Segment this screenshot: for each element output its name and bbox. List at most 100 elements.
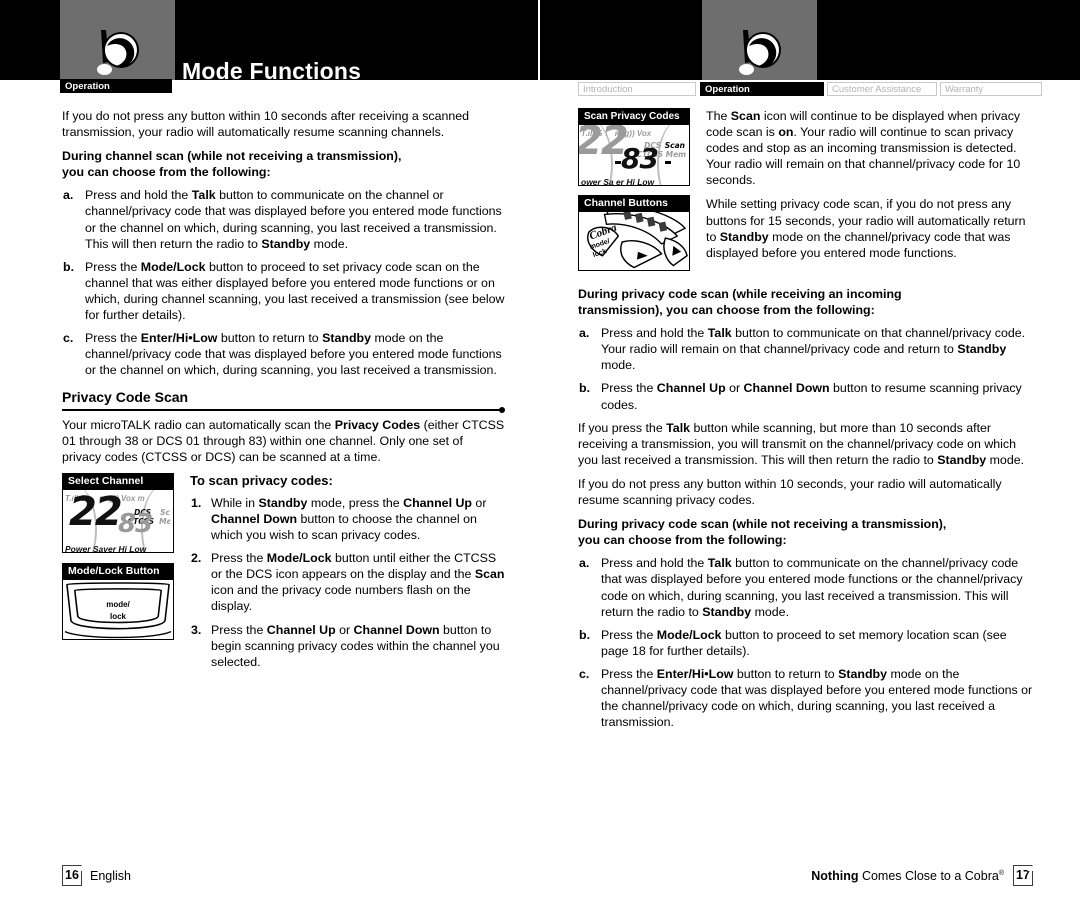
footer-tagline-bold: Nothing (811, 868, 859, 883)
list-item: a. Press and hold the Talk button to com… (578, 325, 1033, 373)
figure-select-channel: Select Channel T.ıll Б·♩ ʀоg)) Vox т DCS… (62, 472, 174, 553)
list-text: While in Standby mode, press the Channel… (211, 495, 487, 543)
tab-operation[interactable]: Operation (700, 82, 824, 96)
lcd-bottom-indicators: ower Sa er Hi Low (581, 177, 655, 185)
tab-customer-assistance[interactable]: Customer Assistance (827, 82, 937, 96)
figure-caption: Select Channel (63, 473, 173, 490)
list-item: a. Press and hold the Talk button to com… (578, 555, 1033, 619)
figure-image-keypad: mode/ lock (63, 579, 173, 639)
right-page-footer: Nothing Comes Close to a Cobra® 17 (811, 864, 1034, 886)
figure-image-channel-keys: Cobra mode/ lock (579, 212, 689, 270)
lcd-bottom-indicators: Power Saver Hi Low (65, 543, 147, 552)
section-body-paragraph: Your microTALK radio can automatically s… (62, 417, 505, 464)
tab-introduction[interactable]: Introduction (578, 82, 696, 96)
lcd-channel-digits: 22 (69, 489, 123, 535)
list-marker: 2. (191, 551, 202, 566)
page-spine-gap (538, 0, 540, 80)
list-marker: a. (63, 188, 74, 203)
list-item: a. Press and hold the Talk button to com… (62, 187, 505, 251)
list-marker: a. (579, 556, 590, 571)
list-text: Press the Mode/Lock button until either … (211, 551, 505, 614)
list-text: Press the Channel Up or Channel Down but… (211, 622, 500, 669)
keypad-art: Cobra mode/ lock (579, 212, 689, 270)
section-rule (62, 408, 501, 411)
tab-operation-left[interactable]: Operation (60, 79, 172, 93)
figure-caption: Channel Buttons (579, 196, 689, 212)
list-marker: c. (579, 666, 590, 681)
registered-mark-icon: ® (998, 869, 1004, 877)
list-marker: b. (579, 627, 591, 642)
list-marker: a. (579, 326, 590, 341)
right-paragraph: If you do not press any button within 10… (578, 476, 1002, 508)
right-page-column: Scan Privacy Codes Т.ıll Б ♩ ʀоg)) Vox D… (578, 108, 1033, 737)
right-top-text-column: The Scan icon will continue to be displa… (706, 108, 1033, 261)
figure-caption: Scan Privacy Codes (579, 109, 689, 125)
section-rule-dot (499, 406, 505, 413)
figure-scan-privacy-codes: Scan Privacy Codes Т.ıll Б ♩ ʀоg)) Vox D… (578, 108, 690, 186)
list-text: Press the Enter/Hi•Low button to return … (85, 331, 502, 378)
lcd-code-digits: 83 (621, 142, 659, 175)
list-item: 2. Press the Mode/Lock button until eith… (190, 550, 505, 614)
section-heading-text: Privacy Code Scan (62, 389, 189, 406)
right-heading-line1: During privacy code scan (while not rece… (578, 517, 947, 532)
list-marker: b. (63, 259, 75, 274)
list-text: Press the Mode/Lock button to proceed to… (601, 627, 1007, 658)
keypad-art: mode/ lock (63, 579, 173, 639)
section-tabs: Introduction Operation Customer Assistance… (578, 79, 1042, 97)
lcd-code-digits: 83 (118, 508, 153, 539)
right-heading-line1: During privacy code scan (while receivin… (578, 287, 902, 301)
right-paragraph: If you press the Talk button while scann… (578, 420, 1025, 467)
left-steps-column: To scan privacy codes: 1. While in Stand… (190, 473, 505, 670)
right-paragraph: The Scan icon will continue to be displa… (706, 109, 1021, 188)
page-number: 17 (1013, 864, 1034, 886)
list-text: Press and hold the Talk button to commun… (601, 326, 1026, 373)
footer-language-label: English (90, 868, 131, 883)
page-number: 16 (62, 864, 83, 886)
lcd-display-art: Т.ıll Б ♩ ʀоg)) Vox DCS Scan CTCSS Mem 2… (579, 125, 689, 185)
key-label-line2: lock (109, 611, 126, 621)
lcd-mem-label: Mє (159, 516, 171, 526)
list-marker: 1. (191, 495, 202, 510)
lcd-channel-digits: 22 (579, 125, 629, 164)
list-item: b. Press the Mode/Lock button to proceed… (578, 627, 1033, 659)
left-heading-channel-scan: During channel scan (while not receiving… (62, 148, 505, 180)
left-figure-and-steps: Select Channel T.ıll Б·♩ ʀоg)) Vox т DCS… (62, 472, 505, 688)
right-heading-privacy-scan-not-receiving: During privacy code scan (while not rece… (578, 516, 1033, 548)
list-item: 1. While in Standby mode, press the Chan… (190, 495, 505, 543)
figure-mode-lock-button: Mode/Lock Button mode/ lock (62, 562, 174, 640)
figure-image-lcd: T.ıll Б·♩ ʀоg)) Vox т DCS Sc CTCSS Mє 22… (63, 489, 173, 552)
section-heading-privacy-code-scan: Privacy Code Scan (62, 389, 505, 413)
figure-image-lcd-scan: Т.ıll Б ♩ ʀоg)) Vox DCS Scan CTCSS Mem 2… (579, 125, 689, 185)
procedure-title: To scan privacy codes: (190, 472, 333, 488)
logo-panel-left (60, 0, 175, 80)
list-text: Press and hold the Talk button to commun… (85, 188, 502, 251)
page-title: Mode Functions (182, 58, 362, 84)
list-text: Press the Mode/Lock button to proceed to… (85, 259, 505, 323)
tab-warranty[interactable]: Warranty (940, 82, 1042, 96)
right-heading-privacy-scan-receiving: During privacy code scan (while receivin… (578, 286, 1033, 318)
left-page-column: If you do not press any button within 10… (62, 108, 505, 688)
left-figure-column: Select Channel T.ıll Б·♩ ʀоg)) Vox т DCS… (62, 472, 174, 640)
right-heading-line2: you can choose from the following: (578, 533, 787, 548)
figure-caption: Mode/Lock Button (63, 563, 173, 580)
lcd-display-art: T.ıll Б·♩ ʀоg)) Vox т DCS Sc CTCSS Mє 22… (63, 489, 173, 552)
right-figure-column: Scan Privacy Codes Т.ıll Б ♩ ʀоg)) Vox D… (578, 108, 690, 271)
left-heading-line2: you can choose from the following: (62, 165, 271, 180)
list-text: Press the Enter/Hi•Low button to return … (601, 666, 1033, 730)
figure-channel-buttons: Channel Buttons Cobra mode/ lock (578, 195, 690, 271)
list-item: b. Press the Mode/Lock button to proceed… (62, 259, 505, 323)
right-heading-line2: transmission), you can choose from the f… (578, 303, 875, 318)
right-paragraph: While setting privacy code scan, if you … (706, 197, 1026, 260)
list-item: 3. Press the Channel Up or Channel Down … (190, 622, 505, 670)
lcd-flash-dash-left (615, 161, 621, 164)
list-text: Press and hold the Talk button to commun… (601, 556, 1023, 619)
left-heading-line1: During channel scan (while not receiving… (62, 149, 402, 164)
logo-panel-right (702, 0, 817, 80)
footer-tagline-rest: Comes Close to a Cobra (858, 868, 999, 883)
list-marker: c. (63, 331, 74, 346)
right-figure-and-text: Scan Privacy Codes Т.ıll Б ♩ ʀоg)) Vox D… (578, 108, 1033, 286)
cobra-snake-logo-icon (97, 30, 139, 75)
list-text: Press the Channel Up or Channel Down but… (601, 381, 1022, 412)
list-marker: b. (579, 381, 591, 396)
list-item: c. Press the Enter/Hi•Low button to retu… (578, 666, 1033, 730)
